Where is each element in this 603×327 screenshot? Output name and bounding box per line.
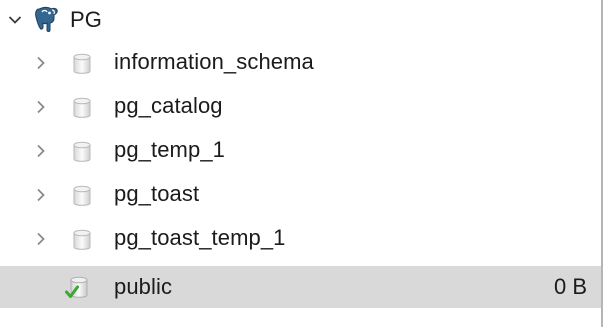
tree-node-schema[interactable]: pg_toast_temp_1 — [0, 219, 601, 259]
active-schema-icon — [64, 275, 90, 301]
tree-node-schema[interactable]: pg_toast — [0, 175, 601, 215]
tree-node-schema[interactable]: pg_catalog — [0, 87, 601, 127]
tree-node-label: PG — [70, 7, 102, 32]
schema-cylinder-icon — [70, 96, 94, 120]
tree-node-label: pg_toast — [114, 181, 200, 206]
tree-node-label: pg_catalog — [114, 93, 223, 118]
chevron-right-icon[interactable] — [34, 232, 48, 246]
tree-node-schema-public[interactable]: public 0 B — [0, 266, 601, 308]
tree-node-label: pg_temp_1 — [114, 137, 225, 162]
chevron-down-icon[interactable] — [8, 13, 22, 27]
tree-node-label: information_schema — [114, 49, 314, 74]
schema-cylinder-icon — [70, 228, 94, 252]
navigator-tree-panel: PG information_schema pg_catalog pg_temp… — [0, 0, 603, 327]
tree-node-label: public — [114, 274, 173, 299]
tree-node-label: pg_toast_temp_1 — [114, 225, 286, 250]
size-value: 0 B — [553, 274, 587, 299]
chevron-right-icon[interactable] — [34, 188, 48, 202]
schema-cylinder-icon — [70, 140, 94, 164]
tree-node-schema[interactable]: information_schema — [0, 43, 601, 83]
schema-cylinder-icon — [70, 184, 94, 208]
tree-node-schema[interactable]: pg_temp_1 — [0, 131, 601, 171]
tree-node-pg[interactable]: PG — [0, 0, 601, 40]
postgresql-elephant-icon — [32, 4, 62, 34]
chevron-right-icon[interactable] — [34, 100, 48, 114]
schema-cylinder-icon — [70, 52, 94, 76]
chevron-right-icon[interactable] — [34, 56, 48, 70]
chevron-right-icon[interactable] — [34, 144, 48, 158]
